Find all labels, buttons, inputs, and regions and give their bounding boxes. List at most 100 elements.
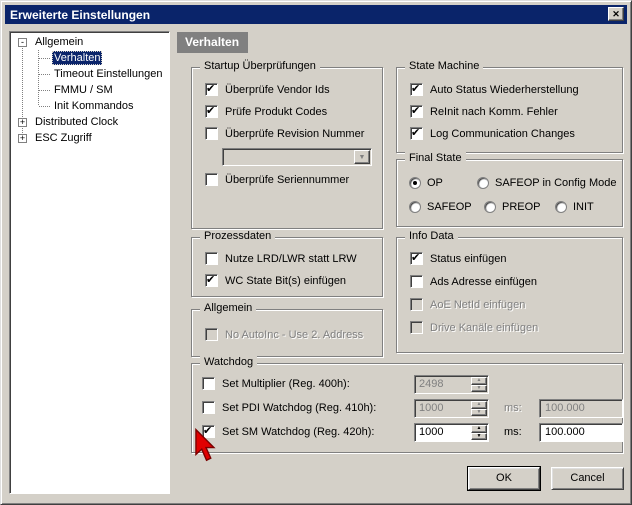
radio-button[interactable]: [477, 177, 489, 189]
spinner-value[interactable]: 1000: [419, 426, 443, 438]
expand-icon[interactable]: +: [18, 134, 27, 143]
checkbox[interactable]: ✔: [410, 105, 423, 118]
ms-label: ms:: [504, 402, 522, 414]
checkbox[interactable]: ✔: [410, 83, 423, 96]
checkbox[interactable]: ✔: [205, 274, 218, 287]
checkbox[interactable]: ✔: [410, 127, 423, 140]
checkbox[interactable]: ✔: [205, 127, 218, 140]
tree-item-verhalten[interactable]: Verhalten: [52, 50, 102, 66]
tree-item-timeout-einstellungen[interactable]: Timeout Einstellungen: [52, 66, 164, 82]
spinner-value: 2498: [419, 378, 443, 390]
radio-row-preop: PREOP: [484, 201, 541, 213]
checkbox-row-vendor-ids: ✔ Überprüfe Vendor Ids: [205, 83, 330, 96]
spinner-value: 1000: [419, 402, 443, 414]
radio-row-safeop-config: SAFEOP in Config Mode: [477, 177, 616, 189]
chevron-down-icon: ▼: [354, 150, 370, 164]
collapse-icon[interactable]: -: [18, 38, 27, 47]
ok-button[interactable]: OK: [468, 467, 540, 490]
tree-connector-line: [39, 106, 51, 107]
group-title: Watchdog: [200, 356, 257, 368]
radio-button[interactable]: [409, 201, 421, 213]
checkbox-row-status-einfuegen: ✔ Status einfügen: [410, 252, 506, 265]
settings-tree: - Allgemein Verhalten Timeout Einstellun…: [9, 31, 170, 494]
sm-watchdog-ms-field[interactable]: 100.000: [539, 423, 623, 442]
checkbox: ✔: [205, 328, 218, 341]
checkbox[interactable]: ✔: [202, 377, 215, 390]
radio-button[interactable]: [409, 177, 421, 189]
window-title: Erweiterte Einstellungen: [10, 8, 150, 22]
check-icon: ✔: [411, 82, 420, 95]
tree-item-esc-zugriff[interactable]: + ESC Zugriff: [18, 130, 94, 146]
checkbox-row-ads-adresse: ✔ Ads Adresse einfügen: [410, 275, 537, 288]
checkbox-row-log-communication: ✔ Log Communication Changes: [410, 127, 575, 140]
spin-up-icon[interactable]: ▲: [471, 425, 487, 433]
expand-icon[interactable]: +: [18, 118, 27, 127]
group-startup-checks: Startup Überprüfungen ✔ Überprüfe Vendor…: [191, 67, 383, 229]
checkbox-row-drive-kanaele: ✔ Drive Kanäle einfügen: [410, 321, 538, 334]
title-bar: Erweiterte Einstellungen ✕: [5, 5, 627, 24]
radio-row-op: OP: [409, 177, 443, 189]
checkbox[interactable]: ✔: [410, 252, 423, 265]
check-icon: ✔: [411, 126, 420, 139]
checkbox-row-serial-number: ✔ Überprüfe Seriennummer: [205, 173, 349, 186]
group-title: Allgemein: [200, 302, 256, 314]
check-icon: ✔: [206, 104, 215, 117]
checkbox-row-wc-state: ✔ WC State Bit(s) einfügen: [205, 274, 346, 287]
checkbox[interactable]: ✔: [205, 105, 218, 118]
checkbox[interactable]: ✔: [205, 83, 218, 96]
group-prozessdaten: Prozessdaten ✔ Nutze LRD/LWR statt LRW ✔…: [191, 237, 383, 297]
advanced-settings-dialog: Erweiterte Einstellungen ✕ - Allgemein V…: [0, 0, 632, 505]
group-title: Prozessdaten: [200, 230, 275, 242]
checkbox[interactable]: ✔: [202, 401, 215, 414]
tree-connector-line: [39, 90, 51, 91]
check-icon: ✔: [411, 251, 420, 264]
pdi-watchdog-ms-field: 100.000: [539, 399, 623, 418]
spin-down-icon: ▼: [471, 409, 487, 417]
cancel-button[interactable]: Cancel: [551, 467, 624, 490]
page-title: Verhalten: [177, 32, 248, 53]
radio-button[interactable]: [555, 201, 567, 213]
check-icon: ✔: [206, 273, 215, 286]
checkbox: ✔: [410, 321, 423, 334]
group-title: Final State: [405, 152, 466, 164]
spin-up-icon: ▲: [471, 377, 487, 385]
group-watchdog: Watchdog ✔ Set Multiplier (Reg. 400h): 2…: [191, 363, 623, 453]
radio-row-init: INIT: [555, 201, 594, 213]
check-icon: ✔: [411, 104, 420, 117]
checkbox-row-aoe-netid: ✔ AoE NetId einfügen: [410, 298, 525, 311]
checkbox-row-reinit: ✔ ReInit nach Komm. Fehler: [410, 105, 558, 118]
ms-label: ms:: [504, 426, 522, 438]
group-allgemein: Allgemein ✔ No AutoInc - Use 2. Address: [191, 309, 383, 357]
checkbox-row-set-pdi-watchdog: ✔ Set PDI Watchdog (Reg. 410h):: [202, 401, 376, 414]
tree-connector-line: [39, 74, 51, 75]
spin-down-icon: ▼: [471, 385, 487, 393]
checkbox: ✔: [410, 298, 423, 311]
close-icon[interactable]: ✕: [608, 7, 624, 21]
tree-item-distributed-clock[interactable]: + Distributed Clock: [18, 114, 120, 130]
check-icon: ✔: [206, 82, 215, 95]
revision-number-combobox: ▼: [222, 148, 372, 166]
checkbox-row-set-multiplier: ✔ Set Multiplier (Reg. 400h):: [202, 377, 350, 390]
group-state-machine: State Machine ✔ Auto Status Wiederherste…: [396, 67, 623, 153]
checkbox-row-product-codes: ✔ Prüfe Produkt Codes: [205, 105, 327, 118]
radio-row-safeop: SAFEOP: [409, 201, 472, 213]
checkbox[interactable]: ✔: [205, 173, 218, 186]
mouse-cursor-icon: [194, 428, 218, 464]
tree-item-init-kommandos[interactable]: Init Kommandos: [52, 98, 135, 114]
spin-down-icon[interactable]: ▼: [471, 433, 487, 441]
checkbox[interactable]: ✔: [410, 275, 423, 288]
group-title: State Machine: [405, 60, 483, 72]
spin-up-icon: ▲: [471, 401, 487, 409]
group-title: Info Data: [405, 230, 458, 242]
checkbox[interactable]: ✔: [205, 252, 218, 265]
radio-button[interactable]: [484, 201, 496, 213]
group-final-state: Final State OP SAFEOP in Config Mode SAF…: [396, 159, 623, 227]
sm-watchdog-spinner[interactable]: 1000 ▲▼: [414, 423, 489, 442]
tree-item-allgemein[interactable]: - Allgemein: [18, 34, 85, 50]
checkbox-row-no-autoinc: ✔ No AutoInc - Use 2. Address: [205, 328, 363, 341]
group-title: Startup Überprüfungen: [200, 60, 320, 72]
tree-item-fmmu-sm[interactable]: FMMU / SM: [52, 82, 115, 98]
checkbox-row-revision-number: ✔ Überprüfe Revision Nummer: [205, 127, 364, 140]
tree-connector-line: [39, 58, 51, 59]
checkbox-row-auto-status: ✔ Auto Status Wiederherstellung: [410, 83, 579, 96]
